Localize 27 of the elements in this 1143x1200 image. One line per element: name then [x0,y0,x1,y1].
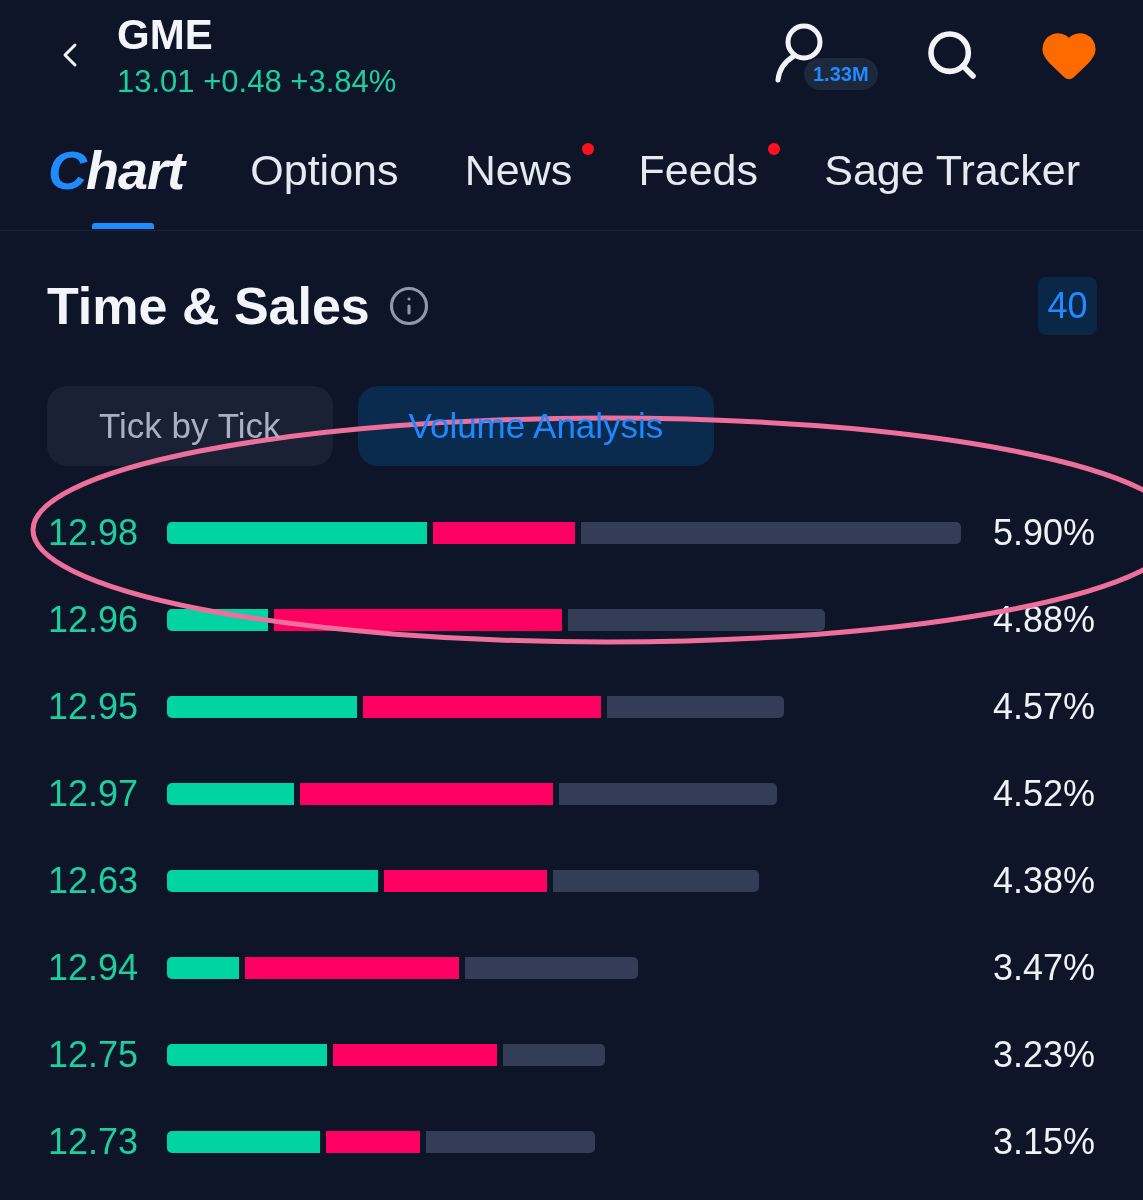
price-quote: 13.01 +0.48 +3.84% [117,65,397,97]
price-level: 12.97 [48,775,140,812]
price-level: 12.96 [48,601,140,638]
price-level: 12.73 [48,1123,140,1160]
price-level: 12.94 [48,949,140,986]
ticker-symbol: GME [117,13,214,56]
tab[interactable]: Options [250,110,399,230]
price-level: 12.75 [48,1036,140,1073]
volume-share: 4.57% [992,688,1095,725]
price-level: 12.95 [48,688,140,725]
volume-share: 4.52% [992,775,1095,812]
section-title: Time & Sales [47,280,370,332]
tab[interactable]: Feeds [638,110,758,230]
view-tab[interactable]: Tick by Tick [47,386,333,466]
price-level: 12.63 [48,862,140,899]
volume-share: 5.90% [992,514,1095,551]
volume-share: 4.38% [992,862,1095,899]
volume-share: 3.23% [992,1036,1095,1073]
volume-share: 3.15% [992,1123,1095,1160]
volume-share: 3.47% [992,949,1095,986]
info-icon[interactable] [387,285,430,327]
tab[interactable]: News [464,110,573,230]
count-badge[interactable]: 40 [1038,277,1097,335]
price-level: 12.98 [48,514,140,551]
volume-share: 4.88% [992,601,1095,638]
watchers-count: 1.33M [804,58,878,90]
tab[interactable]: Sage Tracker [824,110,1080,230]
